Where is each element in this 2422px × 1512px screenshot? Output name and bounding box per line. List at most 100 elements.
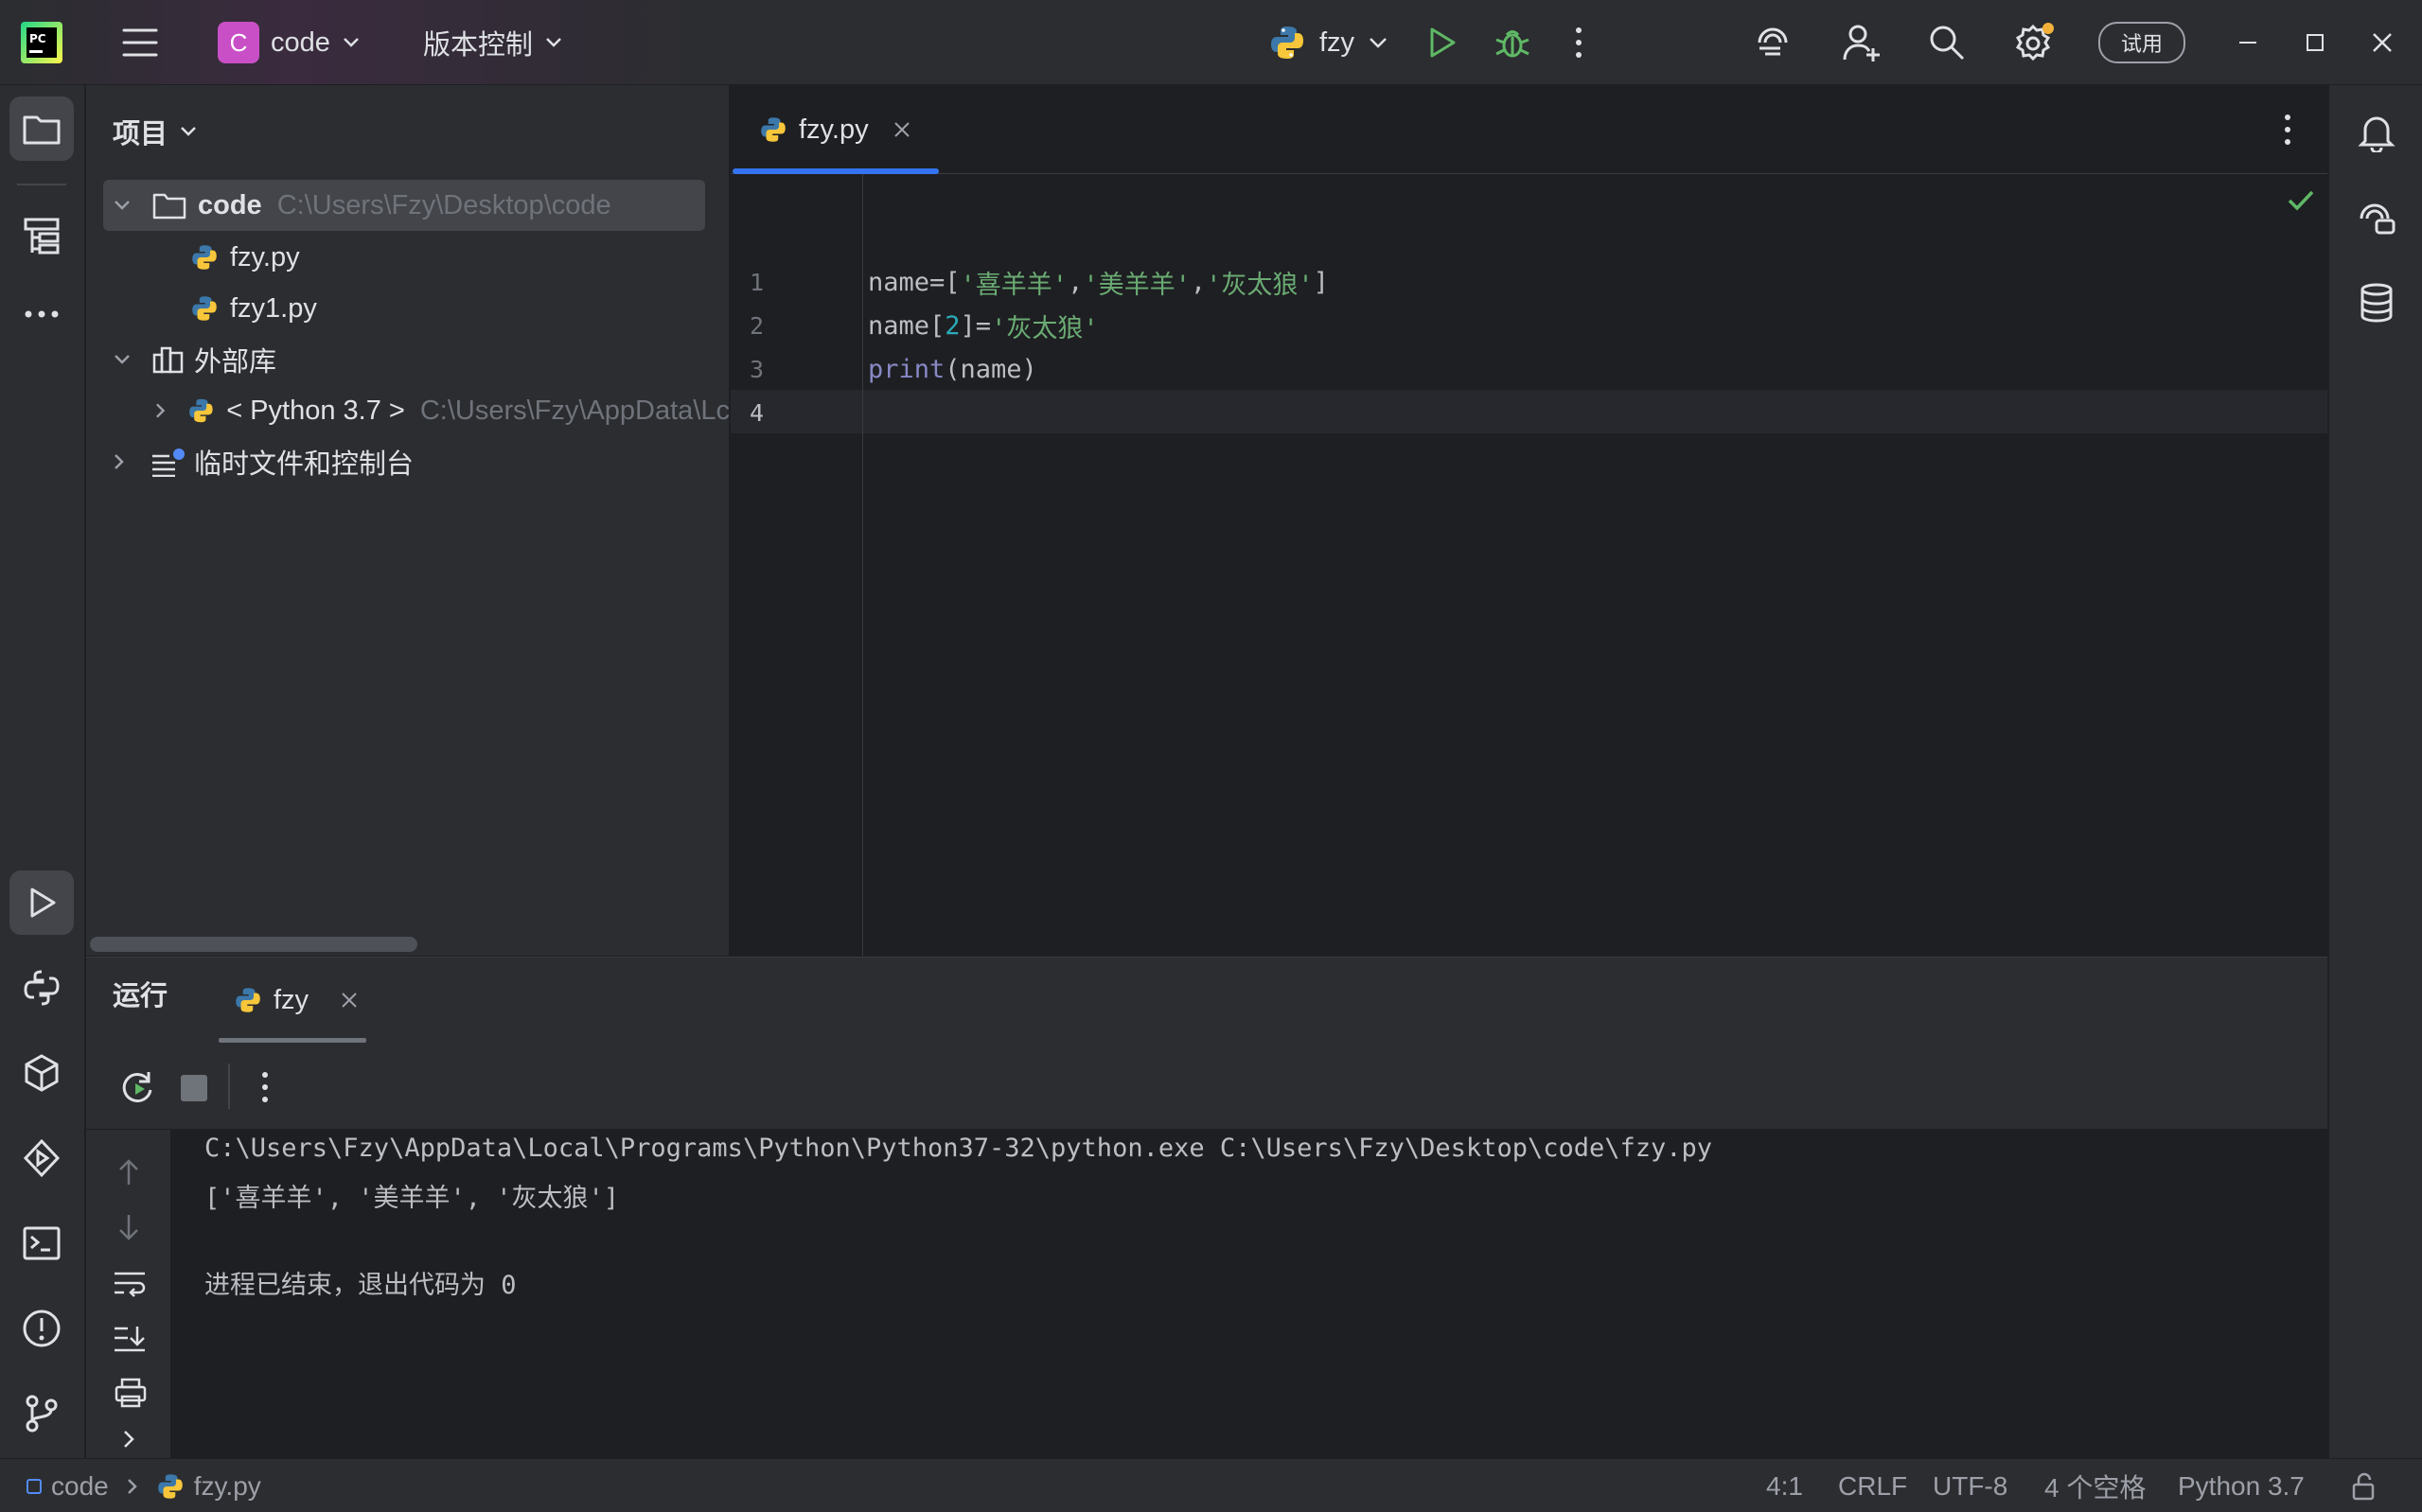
vcs-menu-label: 版本控制 (423, 30, 534, 61)
editor-more-options-icon[interactable] (2283, 114, 2292, 146)
git-branch-icon (26, 1395, 58, 1433)
run-tab-label: fzy (274, 984, 309, 1015)
services-icon (23, 1138, 61, 1178)
file-encoding[interactable]: UTF-8 (1933, 1459, 2007, 1512)
search-icon[interactable] (1928, 0, 1966, 85)
stop-icon[interactable] (181, 1075, 207, 1101)
soft-wrap-icon[interactable] (113, 1270, 147, 1298)
editor-tab-fzy-py[interactable]: fzy.py (731, 85, 941, 174)
tree-item-external-libraries[interactable]: 外部库 (113, 334, 699, 385)
caret-position[interactable]: 4:1 (1766, 1459, 1803, 1512)
code-line-1[interactable]: name=['喜羊羊', '美羊羊', '灰太狼'] (868, 260, 1329, 304)
tree-item-fzy-py[interactable]: fzy.py (190, 232, 701, 283)
line-number: 3 (750, 356, 765, 383)
scroll-down-arrow-icon[interactable] (116, 1213, 141, 1241)
project-panel-header[interactable]: 项目 (113, 112, 198, 151)
scroll-to-end-icon[interactable] (113, 1325, 147, 1353)
pycharm-logo-icon[interactable]: PC (21, 0, 62, 85)
project-panel-title: 项目 (113, 119, 168, 149)
settings-gear-icon[interactable] (2012, 0, 2056, 85)
python-packages-button[interactable] (9, 1041, 74, 1105)
tree-item-python-sdk[interactable]: < Python 3.7 > C:\Users\Fzy\AppData\Lc (154, 385, 730, 436)
print-icon[interactable] (115, 1378, 147, 1408)
run-tool-button[interactable] (9, 870, 74, 935)
python-console-icon (24, 970, 60, 1006)
tree-item-path: C:\Users\Fzy\AppData\Lc (419, 395, 730, 426)
scroll-up-arrow-icon[interactable] (116, 1158, 141, 1187)
breadcrumb-file[interactable]: fzy.py (194, 1471, 261, 1502)
editor-tab-bar: fzy.py (731, 85, 2327, 174)
console-output-command: C:\Users\Fzy\AppData\Local\Programs\Pyth… (204, 1134, 1713, 1163)
expand-chevron-right-icon[interactable] (122, 1429, 135, 1450)
code-token: 2 (945, 310, 961, 341)
close-tab-icon[interactable] (341, 992, 358, 1009)
minimize-window-icon[interactable] (2238, 0, 2257, 85)
code-token: , (1190, 267, 1207, 297)
run-panel-title: 运行 (113, 981, 168, 1011)
folder-icon (152, 193, 186, 220)
python-console-button[interactable] (9, 956, 74, 1020)
tree-item-fzy1-py[interactable]: fzy1.py (190, 283, 701, 334)
read-only-lock-icon[interactable] (2351, 1459, 2378, 1512)
chevron-down-icon (344, 38, 359, 47)
terminal-button[interactable] (9, 1211, 74, 1275)
ai-assistant-icon[interactable] (1754, 0, 1792, 85)
close-window-icon[interactable] (2372, 0, 2393, 85)
run-more-options-icon[interactable] (260, 1071, 270, 1103)
rerun-icon[interactable] (120, 1069, 156, 1105)
more-tools-icon[interactable] (9, 282, 74, 346)
right-tool-window-bar (2328, 85, 2422, 1458)
code-line-2[interactable]: name[2]= '灰太狼' (868, 304, 1099, 347)
horizontal-scrollbar[interactable] (90, 937, 417, 952)
folder-icon (23, 115, 61, 145)
left-tool-window-bar (0, 85, 85, 1458)
editor-area: fzy.py 1 2 3 4 name=['喜羊羊', '美羊羊', '灰太狼'] … (731, 85, 2327, 956)
breadcrumb-project[interactable]: code (51, 1471, 109, 1502)
chevron-right-icon (115, 454, 124, 469)
console-output-result: ['喜羊羊', '美羊羊', '灰太狼'] (204, 1184, 620, 1213)
run-button[interactable] (1424, 0, 1459, 85)
tree-item-path: C:\Users\Fzy\Desktop\code (276, 189, 611, 220)
strip-divider (17, 184, 66, 185)
project-name: code (271, 26, 330, 58)
module-icon (27, 1478, 42, 1494)
tree-item-label: fzy1.py (230, 292, 317, 324)
project-tool-button[interactable] (9, 97, 74, 161)
git-button[interactable] (9, 1381, 74, 1446)
services-button[interactable] (9, 1126, 74, 1190)
python-interpreter[interactable]: Python 3.7 (2178, 1459, 2305, 1512)
debug-button[interactable] (1494, 0, 1531, 85)
main-menu-icon[interactable] (121, 0, 159, 85)
tree-item-code-folder[interactable]: code C:\Users\Fzy\Desktop\code (103, 180, 705, 231)
project-tool-window: 项目 code C:\Users\Fzy\Desktop\code fzy.py… (86, 85, 730, 956)
more-actions-icon[interactable] (1574, 0, 1583, 85)
ai-chat-icon[interactable] (2344, 185, 2409, 250)
code-token: print (868, 354, 946, 384)
indent-setting[interactable]: 4 个空格 (2044, 1459, 2146, 1512)
maximize-window-icon[interactable] (2306, 0, 2325, 85)
chevron-down-icon (1370, 38, 1387, 48)
database-icon[interactable] (2344, 271, 2409, 335)
run-panel-header: 运行 fzy (86, 958, 2327, 1043)
problems-button[interactable] (9, 1296, 74, 1361)
run-icon (30, 888, 56, 918)
code-line-3[interactable]: print (name) (868, 347, 1037, 391)
current-line-highlight (731, 390, 2327, 433)
add-user-icon[interactable] (1841, 0, 1883, 85)
python-file-icon (157, 1473, 183, 1499)
project-switcher[interactable]: C code (218, 0, 361, 85)
line-separator[interactable]: CRLF (1838, 1459, 1907, 1512)
vcs-menu[interactable]: 版本控制 (423, 0, 563, 85)
notifications-bell-icon[interactable] (2344, 100, 2409, 165)
trial-badge[interactable]: 试用 (2098, 0, 2186, 85)
structure-tool-button[interactable] (9, 204, 74, 269)
tree-item-scratches[interactable]: 临时文件和控制台 (113, 436, 699, 487)
close-tab-icon[interactable] (893, 121, 910, 138)
code-token: '灰太狼' (991, 313, 1099, 343)
run-tab-fzy[interactable]: fzy (219, 958, 450, 1043)
no-problems-check-icon[interactable] (2287, 189, 2315, 212)
console-output-exit: 进程已结束，退出代码为 0 (204, 1271, 517, 1300)
library-icon (152, 346, 184, 374)
line-number: 4 (750, 399, 765, 427)
run-config-selector[interactable]: fzy (1268, 0, 1388, 85)
